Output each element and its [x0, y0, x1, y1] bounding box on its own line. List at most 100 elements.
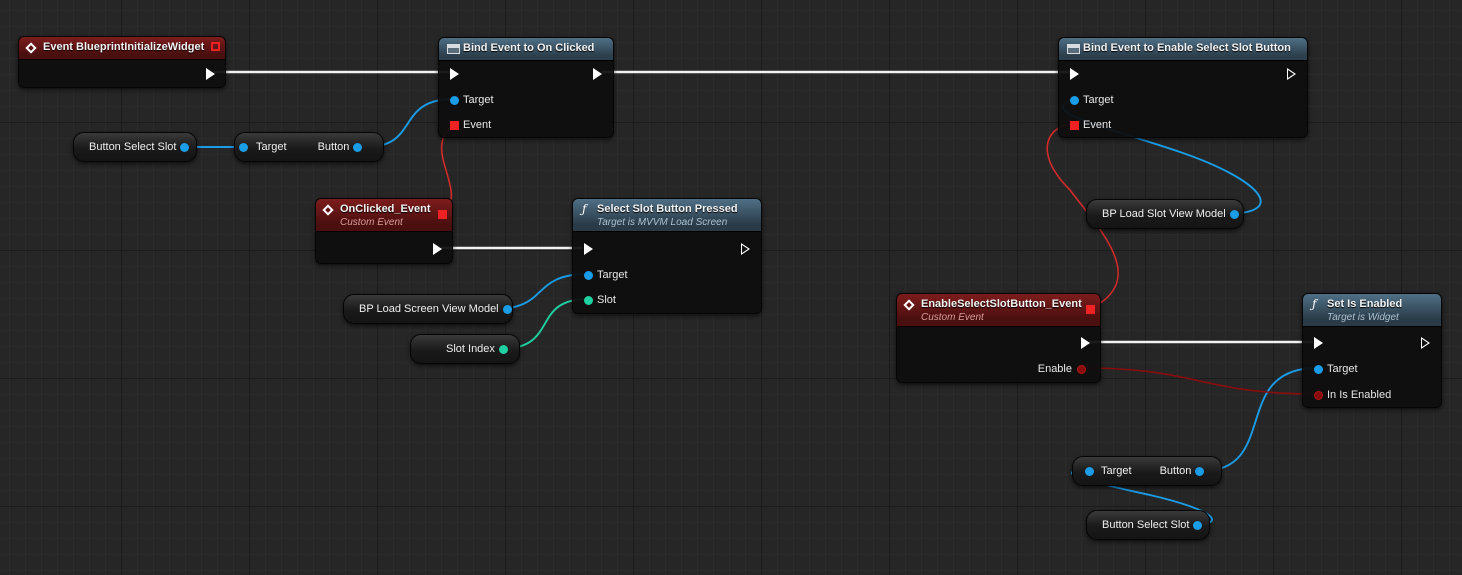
node-set-is-enabled[interactable]: ƒ Set Is Enabled Target is Widget Target…	[1302, 293, 1442, 408]
bool-wire-enable-to-inisenabled	[1081, 367, 1318, 395]
target-pin[interactable]: Target	[450, 93, 494, 107]
node-header: EnableSelectSlotButton_Event Custom Even…	[897, 294, 1100, 327]
variable-label: BP Load Screen View Model	[359, 303, 499, 315]
target-pin[interactable]: Target	[584, 268, 628, 282]
function-f-icon: ƒ	[582, 202, 587, 216]
node-onclicked-event[interactable]: OnClicked_Event Custom Event	[315, 198, 453, 264]
node-subtitle: Target is MVVM Load Screen	[597, 217, 728, 228]
delegate-output-pin[interactable]	[1086, 305, 1095, 314]
exec-in-pin[interactable]	[1314, 336, 1323, 350]
node-title: OnClicked_Event	[340, 203, 431, 215]
target-pin-icon[interactable]	[1085, 466, 1094, 476]
delegate-output-pin[interactable]	[211, 42, 220, 51]
event-pin[interactable]: Event	[450, 118, 491, 132]
node-var-button-select-slot[interactable]: Button Select Slot	[73, 132, 197, 162]
node-event-blueprint-initialize-widget[interactable]: Event BlueprintInitializeWidget	[18, 36, 226, 88]
target-pin-icon[interactable]	[239, 142, 248, 152]
exec-out-pin[interactable]	[1287, 67, 1296, 81]
node-title: Set Is Enabled	[1327, 298, 1403, 310]
node-select-slot-button-pressed[interactable]: ƒ Select Slot Button Pressed Target is M…	[572, 198, 762, 314]
node-subtitle: Target is Widget	[1327, 312, 1399, 323]
exec-arrow-icon	[1314, 337, 1323, 349]
node-header: OnClicked_Event Custom Event	[316, 199, 452, 232]
node-bind-event-enable-select-slot-button[interactable]: Bind Event to Enable Select Slot Button …	[1058, 37, 1308, 138]
obj-wire-button-to-setenabled-target	[1201, 367, 1318, 472]
node-get-button-2[interactable]: Target Button	[1072, 456, 1222, 486]
pin-label: Button	[317, 141, 350, 153]
exec-arrow-icon	[450, 68, 459, 80]
variable-label: Button Select Slot	[89, 141, 177, 153]
target-pin[interactable]: Target	[1070, 93, 1114, 107]
exec-out-pin[interactable]	[1081, 336, 1090, 350]
exec-out-pin[interactable]	[741, 242, 750, 256]
exec-in-pin[interactable]	[450, 67, 459, 81]
node-subtitle: Custom Event	[340, 217, 403, 228]
pin-label: Target	[256, 141, 287, 153]
node-subtitle: Custom Event	[921, 312, 984, 323]
object-pin-icon	[1314, 364, 1323, 374]
variable-label: BP Load Slot View Model	[1102, 208, 1226, 220]
pin-label: In Is Enabled	[1327, 389, 1392, 401]
exec-arrow-icon	[206, 68, 215, 80]
bind-event-icon	[1067, 44, 1080, 54]
exec-arrow-icon	[1070, 68, 1079, 80]
node-enable-select-slot-button-event[interactable]: EnableSelectSlotButton_Event Custom Even…	[896, 293, 1101, 383]
node-title: Bind Event to On Clicked	[463, 42, 595, 54]
pin-label: Enable	[1037, 363, 1072, 375]
pin-label: Target	[463, 94, 494, 106]
object-pin-icon[interactable]	[1193, 520, 1203, 530]
exec-out-pin[interactable]	[206, 67, 215, 81]
exec-arrow-icon	[1287, 68, 1296, 80]
in-is-enabled-pin[interactable]: In Is Enabled	[1314, 388, 1391, 402]
object-pin-icon[interactable]	[1229, 209, 1239, 219]
exec-arrow-icon	[593, 68, 602, 80]
node-header: Bind Event to On Clicked	[439, 38, 613, 61]
node-header: Event BlueprintInitializeWidget	[19, 37, 225, 60]
exec-out-pin[interactable]	[593, 67, 602, 81]
delegate-output-pin[interactable]	[438, 210, 447, 219]
button-out-pin-icon[interactable]	[1195, 466, 1205, 476]
object-pin-icon[interactable]	[180, 142, 190, 152]
node-var-slot-index[interactable]: Slot Index	[410, 334, 520, 364]
node-header: Bind Event to Enable Select Slot Button	[1059, 38, 1307, 61]
object-pin-icon[interactable]	[502, 304, 512, 314]
node-bind-event-on-clicked[interactable]: Bind Event to On Clicked Target Event	[438, 37, 614, 138]
exec-in-pin[interactable]	[584, 242, 593, 256]
node-header: ƒ Set Is Enabled Target is Widget	[1303, 294, 1441, 327]
object-pin-icon	[584, 270, 593, 280]
button-out-pin-icon[interactable]	[353, 142, 363, 152]
node-var-bp-load-screen-view-model[interactable]: BP Load Screen View Model	[343, 294, 513, 324]
enable-out-pin[interactable]: Enable	[1038, 362, 1086, 376]
delegate-pin-icon	[450, 120, 459, 130]
function-f-icon: ƒ	[1312, 297, 1317, 311]
node-title: Select Slot Button Pressed	[597, 203, 738, 215]
object-pin-icon	[1070, 95, 1079, 105]
boolean-pin-icon	[1077, 364, 1086, 374]
delegate-pin-icon	[1070, 120, 1079, 130]
variable-label: Slot Index	[446, 343, 495, 355]
pin-label: Target	[597, 269, 628, 281]
event-diamond-icon	[903, 299, 915, 311]
pin-label: Button	[1159, 465, 1192, 477]
exec-in-pin[interactable]	[1070, 67, 1079, 81]
node-title: Bind Event to Enable Select Slot Button	[1083, 42, 1291, 54]
object-pin-icon	[450, 95, 459, 105]
exec-out-pin[interactable]	[1421, 336, 1430, 350]
integer-pin-icon	[584, 295, 593, 305]
node-var-button-select-slot-2[interactable]: Button Select Slot	[1086, 510, 1210, 540]
pin-label: Slot	[597, 294, 616, 306]
exec-out-pin[interactable]	[433, 242, 442, 256]
target-pin[interactable]: Target	[1314, 362, 1358, 376]
exec-arrow-icon	[741, 243, 750, 255]
pin-label: Target	[1083, 94, 1114, 106]
event-diamond-icon	[25, 42, 37, 54]
exec-arrow-icon	[1421, 337, 1430, 349]
pin-label: Target	[1101, 465, 1132, 477]
event-pin[interactable]: Event	[1070, 118, 1111, 132]
pin-label: Event	[463, 119, 492, 131]
integer-pin-icon[interactable]	[498, 344, 508, 354]
exec-arrow-icon	[1081, 337, 1090, 349]
node-get-button[interactable]: Target Button	[234, 132, 384, 162]
node-var-bp-load-slot-view-model[interactable]: BP Load Slot View Model	[1086, 199, 1244, 229]
slot-pin[interactable]: Slot	[584, 293, 616, 307]
